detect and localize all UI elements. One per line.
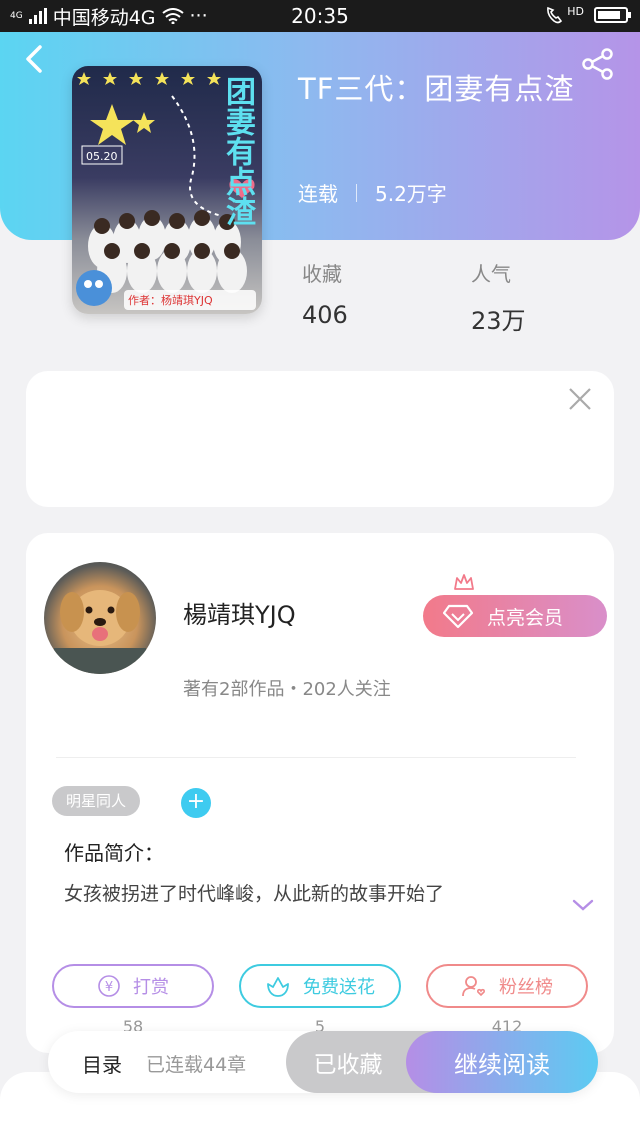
vip-button-label: 点亮会员 xyxy=(487,606,564,629)
author-meta: 著有2部作品・202人关注 xyxy=(183,679,391,700)
yen-coin-icon: ¥ xyxy=(98,975,120,997)
stat-label: 收藏 xyxy=(302,262,342,286)
intro-title: 作品简介： xyxy=(64,841,164,865)
stat-value: 406 xyxy=(302,301,348,329)
status-divider xyxy=(356,183,357,202)
bottom-action-bar: 目录 已连载44章 已收藏 继续阅读 xyxy=(48,1031,598,1093)
author-name[interactable]: 楊靖琪YJQ xyxy=(183,595,296,630)
close-icon xyxy=(569,388,591,410)
call-hd-badge: HD xyxy=(567,4,584,18)
crown-icon xyxy=(454,574,474,590)
ad-card xyxy=(26,371,614,507)
avatar[interactable] xyxy=(44,562,156,674)
stat-favorites: 收藏 406 xyxy=(302,258,348,329)
book-title: TF三代：团妻有点渣 xyxy=(298,72,575,106)
action-label: 打赏 xyxy=(133,977,169,998)
action-label: 粉丝榜 xyxy=(499,977,553,998)
chevron-down-icon xyxy=(572,899,594,911)
stat-label: 人气 xyxy=(471,262,511,286)
chapter-count[interactable]: 已连载44章 xyxy=(146,1050,246,1077)
person-heart-icon xyxy=(462,976,485,997)
diamond-icon xyxy=(443,604,473,629)
fan-ranking-button[interactable]: 粉丝榜 xyxy=(426,964,588,1008)
intro-text: 女孩被拐进了时代峰峻，从此新的故事开始了 xyxy=(64,883,445,905)
stat-value: 23万 xyxy=(471,307,526,335)
cover-author: 作者：杨靖琪YJQ xyxy=(124,290,256,310)
avatar-dog-image xyxy=(54,590,146,674)
toc-button[interactable]: 目录 xyxy=(82,1049,122,1078)
continue-reading-label: 继续阅读 xyxy=(454,1050,550,1079)
book-info-card: 楊靖琪YJQ 点亮会员 著有2部作品・202人关注 明星同人 + 作品简介： 女… xyxy=(26,533,614,1053)
reward-button[interactable]: ¥ 打赏 xyxy=(52,964,214,1008)
svg-text:¥: ¥ xyxy=(105,980,113,995)
word-count: 5.2万字 xyxy=(375,182,447,206)
flower-icon xyxy=(267,977,289,997)
battery-icon xyxy=(594,7,631,23)
add-tag-button[interactable]: + xyxy=(181,788,211,818)
send-flower-button[interactable]: 免费送花 xyxy=(239,964,401,1008)
vip-button[interactable]: 点亮会员 xyxy=(423,595,607,637)
status-right: HD xyxy=(545,4,631,25)
ad-close-button[interactable] xyxy=(566,385,594,413)
book-status-row: 连载 5.2万字 xyxy=(298,178,447,207)
book-cover[interactable]: 05.20 团妻有点渣 作者：杨靖琪YJQ xyxy=(72,66,262,314)
cover-title: 团妻有点渣 xyxy=(220,76,255,226)
expand-button[interactable] xyxy=(570,895,596,915)
genre-tag[interactable]: 明星同人 xyxy=(52,786,141,816)
continue-reading-button[interactable]: 继续阅读 xyxy=(406,1031,598,1093)
chevron-left-icon xyxy=(26,45,42,73)
svg-text:05.20: 05.20 xyxy=(86,150,118,163)
favorited-label: 已收藏 xyxy=(313,1052,383,1078)
status-bar: 4G 中国移动4G ··· 20:35 HD xyxy=(0,0,640,32)
stat-popularity: 人气 23万 xyxy=(471,258,526,336)
action-label: 免费送花 xyxy=(303,977,375,998)
divider xyxy=(56,757,576,758)
serial-status: 连载 xyxy=(298,182,338,206)
phone-hd-icon xyxy=(547,6,563,24)
back-button[interactable] xyxy=(20,44,54,78)
battery-fill xyxy=(598,11,621,19)
status-time: 20:35 xyxy=(291,4,349,28)
